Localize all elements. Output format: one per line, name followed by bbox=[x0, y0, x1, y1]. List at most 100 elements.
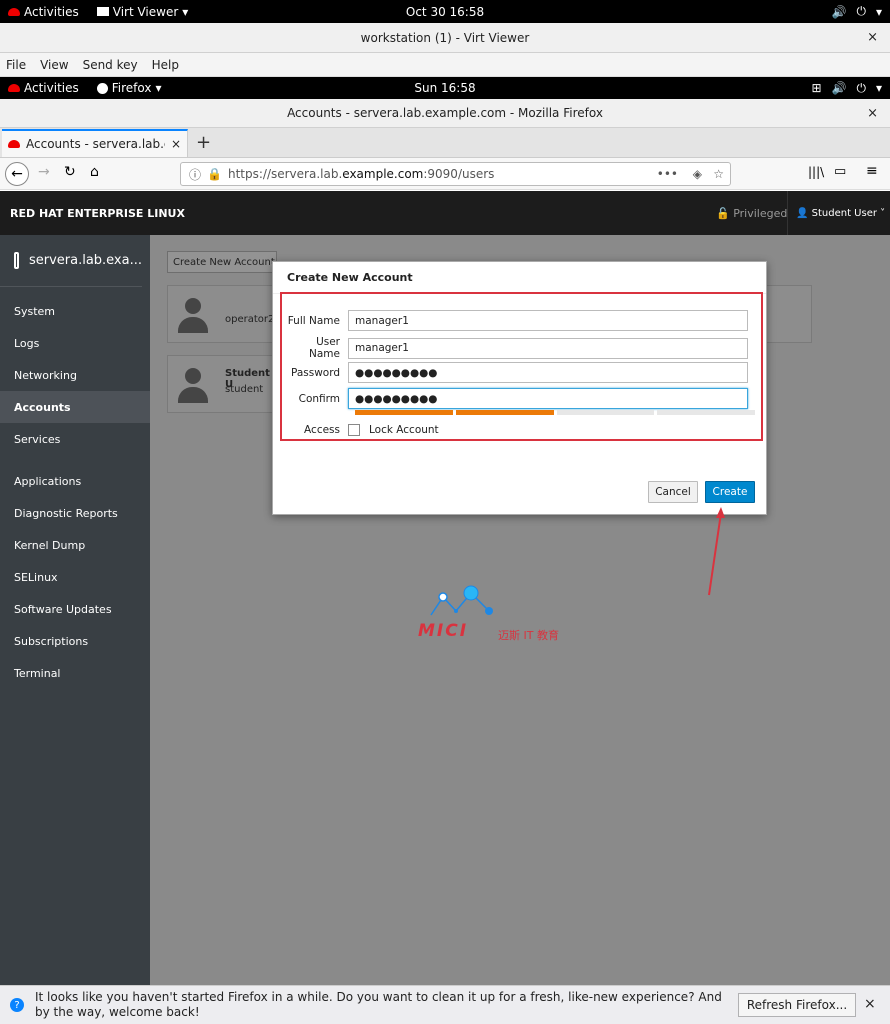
tab-accounts[interactable]: Accounts - servera.lab.ex × bbox=[2, 129, 188, 157]
header-divider bbox=[787, 191, 788, 235]
bookmark-star-icon[interactable]: ☆ bbox=[713, 167, 724, 181]
page-actions-button[interactable]: ••• bbox=[657, 167, 678, 181]
nav-bar: ← → ↻ ⌂ ⓘ 🔒 https://servera.lab.example.… bbox=[0, 158, 890, 190]
create-button[interactable]: Create bbox=[705, 481, 755, 503]
access-row: Access Lock Account bbox=[282, 424, 439, 436]
password-row: Password ●●●●●●●●● bbox=[282, 362, 748, 383]
power-icon[interactable]: ⏻ bbox=[856, 4, 866, 19]
guest-activities[interactable]: Activities bbox=[8, 81, 79, 95]
cancel-button[interactable]: Cancel bbox=[648, 481, 698, 503]
pocket-icon[interactable]: ◈ bbox=[693, 167, 702, 181]
create-account-dialog: Create New Account Full Name manager1 Us… bbox=[272, 261, 767, 515]
sidebar-item-selinux[interactable]: SELinux bbox=[0, 561, 150, 593]
chevron-down-icon[interactable]: ▾ bbox=[876, 81, 882, 95]
host-clock[interactable]: Oct 30 16:58 bbox=[406, 5, 484, 19]
avatar bbox=[178, 298, 208, 334]
account-username: operator2 bbox=[225, 314, 275, 325]
sidebar-item-kernel-dump[interactable]: Kernel Dump bbox=[0, 529, 150, 561]
refresh-firefox-button[interactable]: Refresh Firefox... bbox=[738, 993, 856, 1017]
chevron-down-icon[interactable]: ▾ bbox=[876, 5, 882, 19]
menu-view[interactable]: View bbox=[40, 58, 68, 72]
annotation-arrow bbox=[708, 507, 725, 596]
sidebar-item-system[interactable]: System bbox=[0, 295, 150, 327]
menu-help[interactable]: Help bbox=[152, 58, 179, 72]
server-icon bbox=[14, 252, 19, 269]
lock-account-checkbox[interactable] bbox=[348, 424, 360, 436]
hamburger-menu-icon[interactable]: ≡ bbox=[866, 163, 878, 179]
monitor-icon bbox=[96, 7, 109, 16]
watermark-brand: MICI bbox=[418, 621, 469, 641]
sidebar-toggle-icon[interactable]: ▭ bbox=[834, 164, 846, 179]
host-app-menu[interactable]: Virt Viewer ▾ bbox=[96, 5, 188, 19]
host-window-titlebar: workstation (1) - Virt Viewer × bbox=[0, 23, 890, 53]
sidebar-item-subscriptions[interactable]: Subscriptions bbox=[0, 625, 150, 657]
user-name-label: User Name bbox=[309, 336, 340, 360]
confirm-field[interactable]: ●●●●●●●●● bbox=[348, 388, 748, 409]
notification-close-button[interactable]: × bbox=[864, 996, 876, 1012]
info-icon: ? bbox=[10, 998, 24, 1012]
strength-segment bbox=[657, 410, 755, 415]
menu-send-key[interactable]: Send key bbox=[83, 58, 138, 72]
account-username: student bbox=[225, 384, 264, 395]
lock-icon: 🔓 bbox=[716, 206, 730, 220]
cockpit-header: RED HAT ENTERPRISE LINUX 🔓 Privileged 👤 … bbox=[0, 191, 890, 235]
network-icon[interactable]: ⊞ bbox=[811, 81, 821, 95]
host-activities[interactable]: Activities bbox=[8, 5, 79, 19]
firefox-window-title: Accounts - servera.lab.example.com - Moz… bbox=[287, 106, 603, 120]
notification-message: It looks like you haven't started Firefo… bbox=[35, 990, 722, 1019]
volume-icon[interactable]: 🔊 bbox=[832, 81, 847, 95]
user-name-field[interactable]: manager1 bbox=[348, 337, 748, 359]
host-window-title: workstation (1) - Virt Viewer bbox=[360, 30, 530, 45]
menu-file[interactable]: File bbox=[6, 58, 26, 72]
password-field[interactable]: ●●●●●●●●● bbox=[348, 362, 748, 383]
sidebar-item-networking[interactable]: Networking bbox=[0, 359, 150, 391]
lock-icon: 🔒 bbox=[207, 167, 222, 181]
url-text: https://servera.lab.example.com:9090/use… bbox=[227, 167, 495, 181]
forward-button[interactable]: → bbox=[38, 164, 50, 180]
sidebar-item-logs[interactable]: Logs bbox=[0, 327, 150, 359]
volume-icon[interactable]: 🔊 bbox=[832, 5, 847, 19]
full-name-field[interactable]: manager1 bbox=[348, 310, 748, 331]
back-button[interactable]: ← bbox=[5, 162, 29, 186]
cockpit-sidebar: servera.lab.exa... System Logs Networkin… bbox=[0, 235, 150, 985]
power-icon[interactable]: ⏻ bbox=[856, 81, 866, 96]
tab-label: Accounts - servera.lab.ex bbox=[26, 137, 165, 151]
guest-top-bar: Activities Firefox ▾ Sun 16:58 ⊞ 🔊 ⏻ ▾ bbox=[0, 77, 890, 99]
sidebar-item-diagnostic-reports[interactable]: Diagnostic Reports bbox=[0, 497, 150, 529]
lock-account-label[interactable]: Lock Account bbox=[369, 424, 439, 436]
watermark-logo: MICI 迈斯 IT 教育 bbox=[418, 585, 588, 645]
host-selector[interactable]: servera.lab.exa... bbox=[0, 235, 142, 287]
firefox-close-button[interactable]: × bbox=[867, 106, 878, 121]
tab-strip: Accounts - servera.lab.ex × + bbox=[0, 128, 890, 158]
host-close-button[interactable]: × bbox=[867, 30, 878, 45]
home-button[interactable]: ⌂ bbox=[90, 164, 99, 180]
sidebar-item-terminal[interactable]: Terminal bbox=[0, 657, 150, 689]
firefox-icon bbox=[96, 82, 108, 94]
redhat-icon bbox=[8, 84, 20, 92]
guest-clock[interactable]: Sun 16:58 bbox=[414, 81, 475, 95]
create-new-account-button[interactable]: Create New Account bbox=[167, 251, 277, 273]
reload-button[interactable]: ↻ bbox=[64, 164, 76, 180]
dialog-title: Create New Account bbox=[273, 262, 766, 294]
new-tab-button[interactable]: + bbox=[188, 132, 219, 157]
library-icon[interactable]: |||\ bbox=[808, 165, 824, 179]
strength-segment bbox=[556, 410, 655, 415]
sidebar-item-services[interactable]: Services bbox=[0, 423, 150, 455]
full-name-label: Full Name bbox=[287, 314, 340, 327]
firefox-notification-bar: ? It looks like you haven't started Fire… bbox=[0, 985, 890, 1024]
url-bar[interactable]: ⓘ 🔒 https://servera.lab.example.com:9090… bbox=[180, 162, 731, 186]
access-label: Access bbox=[304, 424, 340, 436]
info-icon[interactable]: ⓘ bbox=[189, 166, 201, 183]
sidebar-item-applications[interactable]: Applications bbox=[0, 465, 150, 497]
user-menu[interactable]: 👤 Student User ˅ bbox=[796, 208, 885, 219]
host-name: servera.lab.exa... bbox=[28, 253, 142, 268]
privileged-indicator[interactable]: 🔓 Privileged bbox=[716, 207, 787, 220]
guest-app-menu[interactable]: Firefox ▾ bbox=[96, 81, 162, 95]
tab-close-button[interactable]: × bbox=[171, 137, 181, 151]
sidebar-item-software-updates[interactable]: Software Updates bbox=[0, 593, 150, 625]
strength-segment bbox=[355, 410, 453, 415]
account-card[interactable]: Student U student bbox=[167, 355, 277, 413]
password-strength-meter bbox=[355, 410, 755, 415]
sidebar-item-accounts[interactable]: Accounts bbox=[0, 391, 150, 423]
